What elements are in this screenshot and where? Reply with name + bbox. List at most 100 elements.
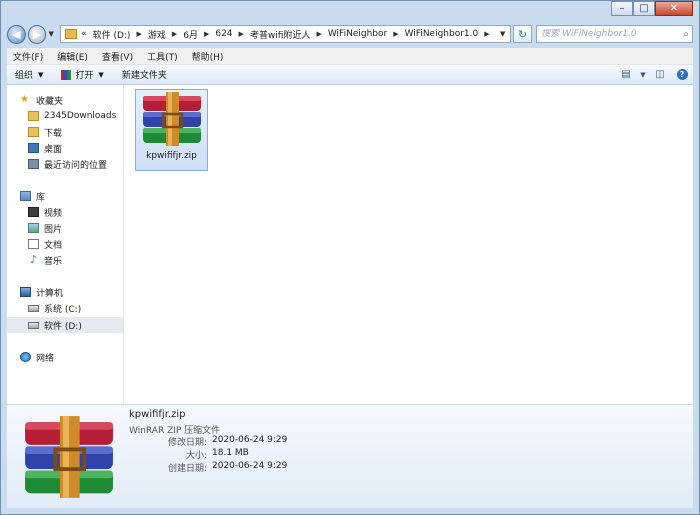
explorer-window: – □ ✕ ◀ ▶ ▼ « 软件 (D:) ▶ 游戏 ▶ 6月 ▶ 624 ▶ 考普wi… bbox=[0, 0, 700, 515]
network-icon bbox=[20, 352, 31, 362]
breadcrumb-item[interactable]: 考普wifi附近人 bbox=[250, 28, 311, 41]
file-name: kpwififjr.zip bbox=[146, 151, 197, 161]
details-label: 创建日期: bbox=[167, 464, 207, 474]
search-input[interactable] bbox=[541, 29, 672, 39]
file-list[interactable]: kpwififjr.zip bbox=[124, 85, 693, 404]
maximize-button[interactable]: □ bbox=[633, 1, 655, 16]
breadcrumb-chevron-icon[interactable]: ▶ bbox=[239, 30, 244, 38]
details-pane: kpwififjr.zip WinRAR ZIP 压缩文件 修改日期: 2020… bbox=[7, 404, 693, 508]
chevron-down-icon: ▼ bbox=[98, 70, 104, 79]
caption-buttons: – □ ✕ bbox=[611, 1, 693, 19]
address-dropdown-icon[interactable]: ▼ bbox=[496, 30, 510, 38]
folder-icon bbox=[28, 111, 39, 121]
new-folder-button[interactable]: 新建文件夹 bbox=[122, 68, 167, 81]
file-item[interactable]: kpwififjr.zip bbox=[135, 89, 208, 171]
details-created: 创建日期: 2020-06-24 9:29 bbox=[129, 461, 329, 474]
nav-desktop[interactable]: 桌面 bbox=[28, 140, 123, 156]
back-button[interactable]: ◀ bbox=[7, 24, 26, 44]
breadcrumb-item[interactable]: WiFiNeighbor1.0 bbox=[405, 29, 479, 39]
breadcrumb-overflow[interactable]: « bbox=[81, 29, 87, 39]
menu-view[interactable]: 查看(V) bbox=[102, 50, 133, 63]
preview-pane-icon[interactable]: ◫ bbox=[649, 69, 671, 80]
breadcrumb: 软件 (D:) ▶ 游戏 ▶ 6月 ▶ 624 ▶ 考普wifi附近人 ▶ WiFiNei… bbox=[93, 28, 496, 41]
breadcrumb-item[interactable]: 6月 bbox=[183, 28, 198, 41]
new-folder-label: 新建文件夹 bbox=[121, 71, 167, 81]
breadcrumb-item[interactable]: 软件 (D:) bbox=[93, 28, 131, 41]
document-icon bbox=[28, 239, 39, 249]
nav-label: 下载 bbox=[44, 128, 63, 139]
forward-arrow-icon: ▶ bbox=[32, 27, 42, 41]
winrar-archive-icon bbox=[25, 416, 113, 498]
nav-drive-d[interactable]: 软件 (D:) bbox=[7, 317, 123, 333]
breadcrumb-item[interactable]: 游戏 bbox=[148, 28, 166, 41]
open-button[interactable]: 打开 ▼ bbox=[61, 68, 104, 81]
recent-places-icon bbox=[28, 159, 39, 169]
winrar-archive-icon bbox=[142, 92, 201, 146]
search-box: ⌕ bbox=[536, 25, 693, 43]
music-note-icon: ♪ bbox=[29, 253, 38, 266]
refresh-button[interactable]: ↻ bbox=[512, 25, 533, 43]
details-modified: 修改日期: 2020-06-24 9:29 bbox=[129, 435, 329, 448]
organize-button[interactable]: 组织 ▼ bbox=[15, 68, 44, 82]
nav-libraries[interactable]: 库 bbox=[20, 188, 123, 204]
nav-recent-places[interactable]: 最近访问的位置 bbox=[28, 156, 123, 172]
minimize-button[interactable]: – bbox=[611, 1, 633, 16]
details-size: 大小: 18.1 MB bbox=[129, 448, 329, 461]
nav-2345downloads[interactable]: 2345Downloads bbox=[28, 108, 123, 124]
command-bar-right: ▤ ▼ ◫ ? bbox=[615, 69, 693, 80]
nav-label: 桌面 bbox=[44, 144, 63, 155]
nav-music[interactable]: ♪ 音乐 bbox=[28, 252, 123, 268]
folder-icon bbox=[65, 29, 78, 39]
details-file-name: kpwififjr.zip bbox=[129, 409, 186, 420]
menu-edit[interactable]: 编辑(E) bbox=[57, 50, 88, 63]
menu-file[interactable]: 文件(F) bbox=[13, 50, 43, 63]
download-folder-icon bbox=[28, 127, 39, 137]
nav-downloads[interactable]: 下载 bbox=[28, 124, 123, 140]
breadcrumb-item[interactable]: WiFiNeighbor bbox=[328, 29, 387, 39]
breadcrumb-chevron-icon[interactable]: ▶ bbox=[484, 30, 489, 38]
nav-videos[interactable]: 视频 bbox=[28, 204, 123, 220]
nav-label: 计算机 bbox=[36, 288, 64, 299]
nav-favorites[interactable]: ★ 收藏夹 bbox=[20, 92, 123, 108]
help-button[interactable]: ? bbox=[671, 69, 693, 80]
menu-help[interactable]: 帮助(H) bbox=[192, 50, 224, 63]
address-row: ◀ ▶ ▼ « 软件 (D:) ▶ 游戏 ▶ 6月 ▶ 624 ▶ 考普wifi附近人 ▶… bbox=[7, 23, 693, 45]
nav-label: 软件 (D:) bbox=[44, 321, 82, 332]
breadcrumb-chevron-icon[interactable]: ▶ bbox=[172, 30, 177, 38]
breadcrumb-chevron-icon[interactable]: ▶ bbox=[316, 30, 321, 38]
nav-network[interactable]: 网络 bbox=[20, 349, 123, 365]
library-icon bbox=[20, 191, 31, 201]
desktop-icon bbox=[28, 143, 39, 153]
chevron-down-icon: ▼ bbox=[38, 70, 44, 79]
search-icon[interactable]: ⌕ bbox=[683, 29, 689, 40]
star-icon: ★ bbox=[20, 94, 29, 105]
nav-label: 图片 bbox=[44, 224, 63, 235]
drive-icon bbox=[28, 321, 39, 329]
forward-button[interactable]: ▶ bbox=[27, 24, 47, 44]
recent-pages-dropdown[interactable]: ▼ bbox=[46, 30, 56, 38]
nav-label: 库 bbox=[36, 192, 46, 203]
menu-bar: 文件(F) 编辑(E) 查看(V) 工具(T) 帮助(H) bbox=[7, 48, 693, 65]
navigation-pane: ★ 收藏夹 2345Downloads 下载 桌面 最近访问的位置 库 视频 图… bbox=[7, 85, 124, 404]
view-dropdown-icon[interactable]: ▼ bbox=[637, 71, 649, 79]
address-bar[interactable]: « 软件 (D:) ▶ 游戏 ▶ 6月 ▶ 624 ▶ 考普wifi附近人 ▶ WiFiN… bbox=[60, 25, 511, 43]
nav-drive-c[interactable]: 系统 (C:) bbox=[28, 300, 123, 316]
nav-label: 收藏夹 bbox=[36, 96, 64, 107]
breadcrumb-item[interactable]: 624 bbox=[215, 29, 232, 39]
details-value: 18.1 MB bbox=[212, 448, 249, 458]
menu-tools[interactable]: 工具(T) bbox=[147, 50, 178, 63]
nav-documents[interactable]: 文档 bbox=[28, 236, 123, 252]
drive-icon bbox=[28, 304, 39, 312]
breadcrumb-chevron-icon[interactable]: ▶ bbox=[393, 30, 398, 38]
view-options-icon[interactable]: ▤ bbox=[615, 69, 637, 80]
nav-label: 系统 (C:) bbox=[44, 304, 82, 315]
breadcrumb-chevron-icon[interactable]: ▶ bbox=[204, 30, 209, 38]
breadcrumb-chevron-icon[interactable]: ▶ bbox=[136, 30, 141, 38]
close-button[interactable]: ✕ bbox=[655, 1, 693, 16]
nav-computer[interactable]: 计算机 bbox=[20, 284, 123, 300]
nav-label: 视频 bbox=[44, 208, 63, 219]
details-label: 大小: bbox=[185, 451, 207, 461]
back-arrow-icon: ◀ bbox=[12, 27, 21, 41]
nav-pictures[interactable]: 图片 bbox=[28, 220, 123, 236]
details-label: 修改日期: bbox=[167, 438, 207, 448]
